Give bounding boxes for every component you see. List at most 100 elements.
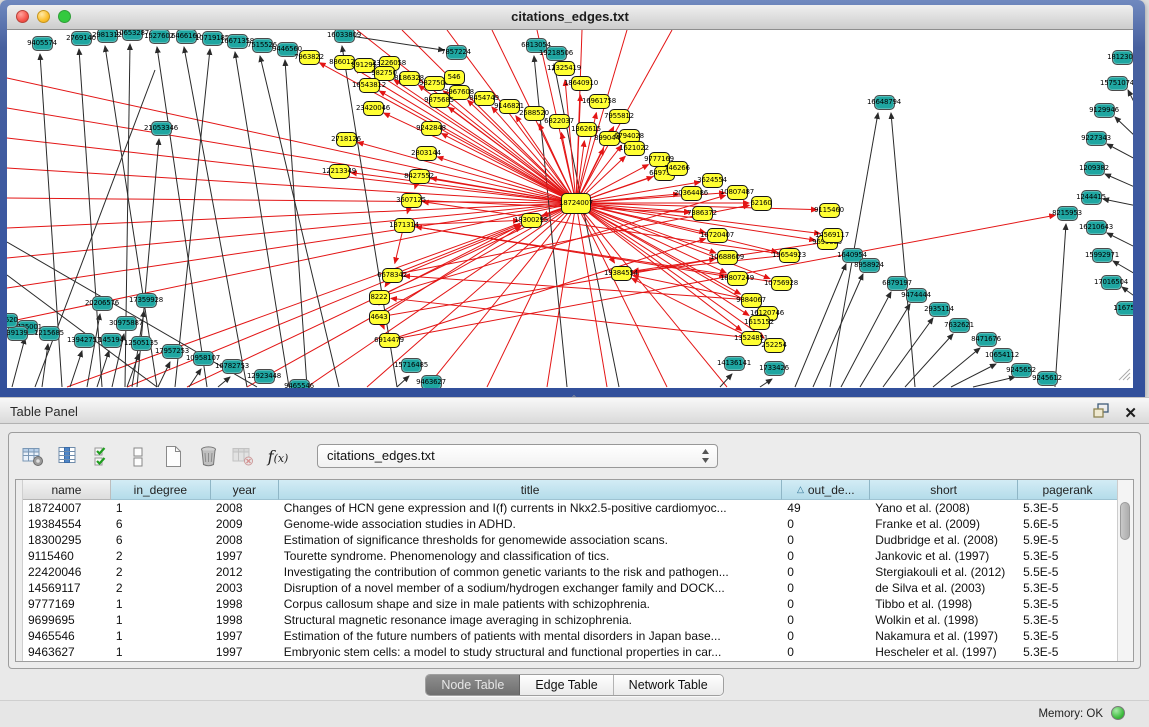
graph-node[interactable] bbox=[819, 203, 840, 218]
graph-node[interactable] bbox=[122, 30, 143, 41]
table-row[interactable]: 1872400712008Changes of HCN gene express… bbox=[23, 500, 1118, 516]
graph-node[interactable] bbox=[1092, 248, 1113, 263]
column-header-out_degree[interactable]: △out_de... bbox=[782, 480, 870, 500]
column-header-title[interactable]: title bbox=[279, 480, 783, 500]
network-canvas[interactable]: 9405574276914029813121065328715276026466… bbox=[7, 30, 1133, 388]
window-zoom-button[interactable] bbox=[58, 10, 71, 23]
column-header-pagerank[interactable]: pagerank bbox=[1018, 480, 1118, 500]
graph-node[interactable] bbox=[222, 359, 243, 374]
graph-node[interactable] bbox=[399, 71, 420, 86]
table-row[interactable]: 1456911722003Disruption of a novel membe… bbox=[23, 580, 1118, 596]
graph-node[interactable] bbox=[289, 379, 310, 389]
graph-node[interactable] bbox=[252, 38, 273, 53]
table-row[interactable]: 946554611997Estimation of the future num… bbox=[23, 628, 1118, 644]
graph-node[interactable] bbox=[949, 318, 970, 333]
network-window-titlebar[interactable]: citations_edges.txt bbox=[7, 5, 1133, 30]
window-minimize-button[interactable] bbox=[37, 10, 50, 23]
graph-node[interactable] bbox=[779, 248, 800, 263]
graph-node[interactable] bbox=[1107, 76, 1128, 91]
graph-node[interactable] bbox=[101, 333, 122, 348]
table-mode-icon[interactable] bbox=[21, 441, 45, 471]
graph-node[interactable] bbox=[751, 196, 772, 211]
table-row[interactable]: 946362711997Embryonic stem cells: a mode… bbox=[23, 644, 1118, 660]
window-close-button[interactable] bbox=[16, 10, 29, 23]
graph-node[interactable] bbox=[546, 46, 567, 61]
graph-node[interactable] bbox=[162, 344, 183, 359]
graph-node[interactable] bbox=[692, 206, 713, 221]
graph-node[interactable] bbox=[906, 288, 927, 303]
column-header-short[interactable]: short bbox=[870, 480, 1018, 500]
table-row[interactable]: 977716911998Corpus callosum shape and si… bbox=[23, 596, 1118, 612]
graph-node[interactable] bbox=[7, 313, 18, 328]
graph-node[interactable] bbox=[727, 271, 748, 286]
graph-node[interactable] bbox=[32, 36, 53, 51]
graph-node[interactable] bbox=[149, 30, 170, 44]
graph-node[interactable] bbox=[74, 333, 95, 348]
table-selector-dropdown[interactable]: citations_edges.txt bbox=[317, 444, 718, 468]
graph-node[interactable] bbox=[1112, 50, 1133, 65]
scrollbar-thumb[interactable] bbox=[1120, 502, 1130, 540]
graph-node[interactable] bbox=[521, 213, 542, 228]
graph-hub-node[interactable] bbox=[561, 193, 591, 214]
column-header-name[interactable]: name bbox=[23, 480, 111, 500]
graph-node[interactable] bbox=[136, 293, 157, 308]
graph-node[interactable] bbox=[624, 141, 645, 156]
graph-node[interactable] bbox=[992, 348, 1013, 363]
graph-node[interactable] bbox=[394, 218, 415, 233]
resize-grip-icon[interactable] bbox=[1116, 366, 1131, 386]
select-columns-icon[interactable] bbox=[91, 441, 115, 471]
graph-node[interactable] bbox=[822, 228, 843, 243]
graph-node[interactable] bbox=[202, 31, 223, 46]
graph-node[interactable] bbox=[421, 375, 442, 389]
graph-node[interactable] bbox=[1081, 190, 1102, 205]
graph-node[interactable] bbox=[416, 146, 437, 161]
graph-node[interactable] bbox=[724, 356, 745, 371]
tab-network-table[interactable]: Network Table bbox=[614, 675, 723, 695]
graph-node[interactable] bbox=[929, 302, 950, 317]
graph-node[interactable] bbox=[474, 91, 495, 106]
graph-node[interactable] bbox=[1094, 103, 1115, 118]
graph-node[interactable] bbox=[976, 332, 997, 347]
graph-node[interactable] bbox=[71, 31, 92, 46]
graph-node[interactable] bbox=[449, 85, 470, 100]
show-columns-icon[interactable] bbox=[56, 441, 80, 471]
graph-node[interactable] bbox=[611, 266, 632, 281]
graph-node[interactable] bbox=[176, 30, 197, 44]
graph-node[interactable] bbox=[874, 95, 895, 110]
graph-node[interactable] bbox=[599, 131, 620, 146]
panel-divider-grip[interactable]: ⌃ bbox=[567, 396, 581, 402]
graph-node[interactable] bbox=[717, 250, 738, 265]
column-header-year[interactable]: year bbox=[211, 480, 279, 500]
table-row[interactable]: 969969511998Structural magnetic resonanc… bbox=[23, 612, 1118, 628]
graph-node[interactable] bbox=[97, 30, 118, 43]
column-header-in_degree[interactable]: in_degree bbox=[111, 480, 211, 500]
function-builder-icon[interactable]: f(x) bbox=[266, 441, 290, 471]
graph-node[interactable] bbox=[336, 132, 357, 147]
graph-node[interactable] bbox=[499, 99, 520, 114]
graph-node[interactable] bbox=[299, 50, 320, 65]
graph-node[interactable] bbox=[369, 290, 390, 305]
graph-node[interactable] bbox=[354, 58, 375, 73]
graph-node[interactable] bbox=[424, 76, 445, 91]
graph-node[interactable] bbox=[524, 106, 545, 121]
graph-node[interactable] bbox=[1086, 220, 1107, 235]
graph-node[interactable] bbox=[363, 101, 384, 116]
graph-node[interactable] bbox=[7, 326, 28, 341]
graph-node[interactable] bbox=[116, 316, 137, 331]
graph-node[interactable] bbox=[1116, 301, 1134, 316]
graph-node[interactable] bbox=[702, 173, 723, 188]
create-column-icon[interactable] bbox=[161, 441, 185, 471]
graph-node[interactable] bbox=[444, 70, 465, 85]
graph-node[interactable] bbox=[741, 293, 762, 308]
table-row[interactable]: 911546021997Tourette syndrome. Phenomeno… bbox=[23, 548, 1118, 564]
table-scrollbar[interactable] bbox=[1117, 480, 1133, 661]
graph-node[interactable] bbox=[727, 185, 748, 200]
graph-node[interactable] bbox=[151, 121, 172, 136]
graph-node[interactable] bbox=[887, 276, 908, 291]
graph-node[interactable] bbox=[764, 361, 785, 376]
graph-node[interactable] bbox=[401, 358, 422, 373]
graph-node[interactable] bbox=[576, 122, 597, 137]
table-row[interactable]: 1938455462009Genome-wide association stu… bbox=[23, 516, 1118, 532]
graph-node[interactable] bbox=[667, 161, 688, 176]
tab-edge-table[interactable]: Edge Table bbox=[520, 675, 613, 695]
